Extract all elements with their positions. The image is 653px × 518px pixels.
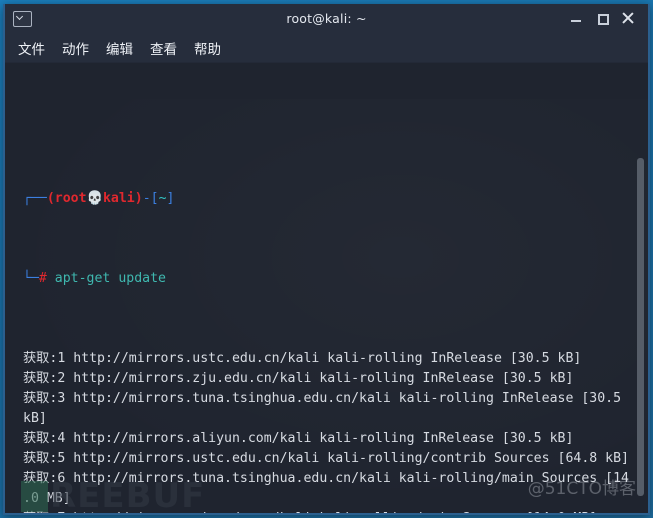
prompt-user: root	[54, 191, 87, 206]
terminal-output-line: 获取:3 http://mirrors.tuna.tsinghua.edu.cn…	[23, 391, 622, 406]
terminal-window: root@kali: ~ 文件 动作 编辑 查看 帮助 ┌──(root💀kal…	[3, 4, 650, 515]
skull-icon: 💀	[86, 191, 103, 206]
close-icon[interactable]	[622, 12, 635, 25]
prompt-host: kali	[102, 191, 135, 206]
prompt-corner-top: ┌──	[23, 191, 47, 206]
scrollbar[interactable]	[636, 63, 645, 513]
menu-item-help[interactable]: 帮助	[194, 38, 221, 58]
terminal-output-area[interactable]: ┌──(root💀kali)-[~] └─# apt-get update 获取…	[5, 63, 648, 513]
terminal-output-line: 获取:7 http://mirrors.zju.edu.cn/kali kali…	[23, 509, 648, 513]
menu-item-action[interactable]: 动作	[62, 38, 89, 58]
prompt-bracket-close: ]	[166, 191, 175, 206]
window-titlebar[interactable]: root@kali: ~	[5, 4, 648, 34]
prompt-line-command: └─# apt-get update	[23, 269, 648, 289]
menu-item-file[interactable]: 文件	[18, 38, 45, 58]
terminal-output-line: 获取:6 http://mirrors.tuna.tsinghua.edu.cn…	[23, 471, 629, 486]
prompt-hash: #	[38, 271, 47, 286]
terminal-output-line: 获取:2 http://mirrors.zju.edu.cn/kali kali…	[23, 371, 574, 386]
prompt-line-1	[23, 109, 648, 129]
prompt-dash: -	[142, 191, 151, 206]
terminal-output-line: .0 MB]	[23, 491, 71, 506]
prompt-corner-bottom: └─	[23, 271, 39, 286]
terminal-output-line: 获取:5 http://mirrors.ustc.edu.cn/kali kal…	[23, 451, 629, 466]
window-title: root@kali: ~	[286, 11, 367, 26]
scrollbar-thumb[interactable]	[637, 158, 644, 496]
minimize-icon[interactable]	[570, 12, 583, 25]
prompt-paren-open: (	[46, 191, 55, 206]
prompt-cwd: ~	[158, 191, 167, 206]
terminal-icon	[13, 10, 32, 27]
terminal-command: apt-get update	[54, 271, 166, 286]
prompt-bracket-open: [	[150, 191, 159, 206]
prompt-line-top: ┌──(root💀kali)-[~]	[23, 189, 648, 209]
menu-item-edit[interactable]: 编辑	[106, 38, 133, 58]
maximize-icon[interactable]	[596, 12, 609, 25]
window-controls	[570, 12, 648, 25]
terminal-text: ┌──(root💀kali)-[~] └─# apt-get update 获取…	[5, 63, 648, 513]
terminal-output-line: 获取:1 http://mirrors.ustc.edu.cn/kali kal…	[23, 351, 582, 366]
terminal-output-lines: 获取:1 http://mirrors.ustc.edu.cn/kali kal…	[23, 349, 648, 513]
terminal-output-line: 获取:4 http://mirrors.aliyun.com/kali kali…	[23, 431, 574, 446]
terminal-output-line: kB]	[23, 411, 47, 426]
prompt-paren-close: )	[134, 191, 143, 206]
menu-item-view[interactable]: 查看	[150, 38, 177, 58]
menu-bar: 文件 动作 编辑 查看 帮助	[5, 34, 648, 63]
